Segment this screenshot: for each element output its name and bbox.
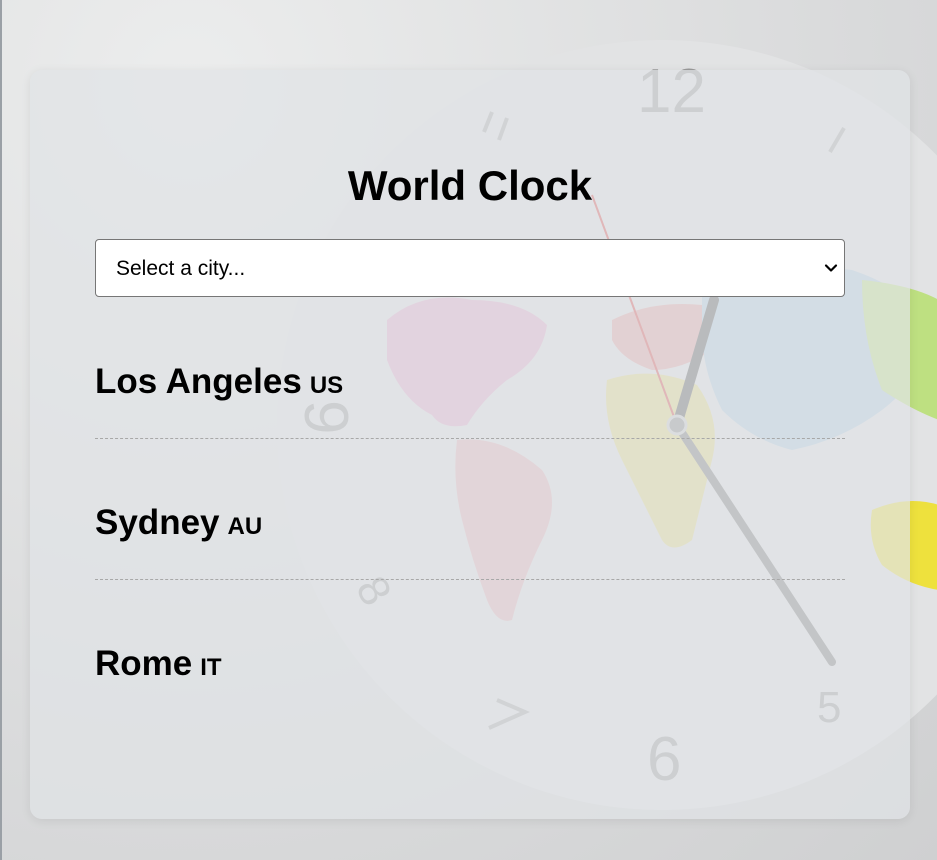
city-name: Los Angeles (95, 362, 302, 401)
page-title: World Clock (347, 162, 593, 209)
country-code: US (309, 372, 344, 399)
city-select[interactable]: Select a city... (95, 239, 845, 297)
city-name: Rome (95, 644, 193, 683)
chevron-down-icon (824, 264, 838, 272)
city-item: Rome IT (95, 580, 845, 721)
country-code: AU (227, 513, 263, 540)
city-name: Sydney (95, 503, 220, 542)
country-code: IT (200, 654, 222, 681)
city-list: Los Angeles US Sydney AU Rome IT (95, 298, 845, 721)
city-select-value: Select a city... (116, 257, 246, 280)
world-clock-card: World Clock Select a city... Los Angeles… (30, 70, 910, 819)
city-item: Sydney AU (95, 439, 845, 580)
city-item: Los Angeles US (95, 298, 845, 439)
